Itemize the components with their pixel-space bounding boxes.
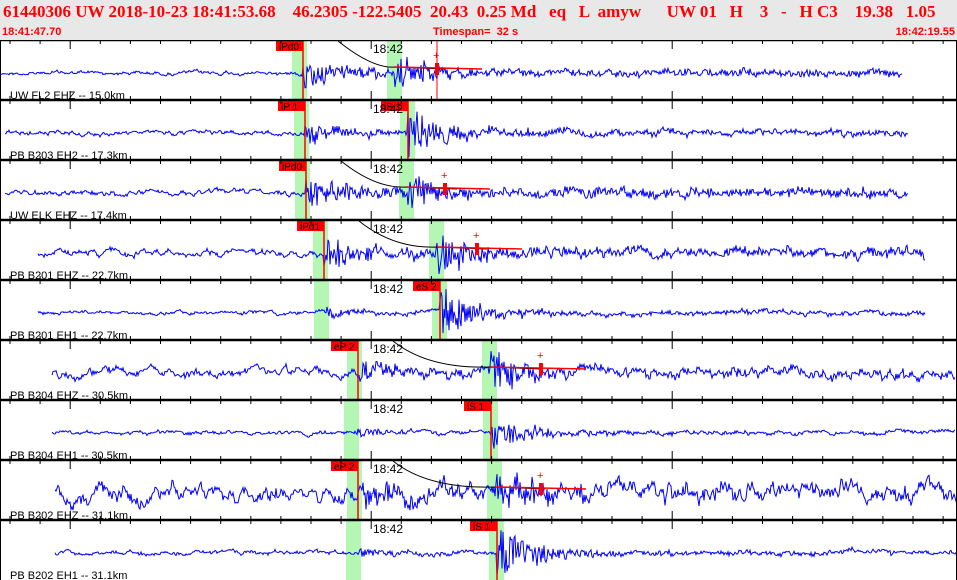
seismogram-trace xyxy=(51,424,956,449)
pick-label[interactable]: iS 1 xyxy=(473,522,491,533)
p-window xyxy=(346,521,361,580)
channel-panel[interactable]: +eP 2 18:42PB B202 EHZ -- 31.1km xyxy=(0,451,957,522)
amplitude-plus-icon: + xyxy=(433,50,439,62)
amplitude-plus-icon: + xyxy=(441,170,447,182)
time-label: 18:42 xyxy=(373,42,403,56)
time-label: 18:42 xyxy=(373,162,403,176)
event-header: 61440306 UW 2018-10-23 18:41:53.68 46.23… xyxy=(0,0,957,40)
seismogram-trace xyxy=(4,110,908,157)
time-label: 18:42 xyxy=(373,222,403,236)
channel-panel[interactable]: +iPd0 18:42UW FL2 EHZ -- 15.0km xyxy=(0,40,957,102)
time-label: 18:42 xyxy=(373,342,403,356)
channel-panel[interactable]: iP 1 iS 118:42PB B203 EH2 -- 17.3km xyxy=(0,91,957,162)
seismogram-trace xyxy=(37,289,926,334)
pick-label[interactable]: iS 1 xyxy=(467,402,485,413)
timespan: Timespan= 32 s xyxy=(433,26,519,38)
start-time: 18:41:47.70 xyxy=(2,26,62,38)
amplitude-plus-icon: + xyxy=(537,470,543,482)
event-summary: 61440306 UW 2018-10-23 18:41:53.68 46.23… xyxy=(3,2,936,21)
end-time: 18:42:19.55 xyxy=(895,26,955,38)
time-label: 18:42 xyxy=(373,522,403,536)
waveform-panels[interactable]: +iPd0 18:42UW FL2 EHZ -- 15.0kmiP 1 iS 118… xyxy=(0,40,957,580)
seismogram-trace xyxy=(4,176,909,209)
pick-label[interactable]: eS 2 xyxy=(416,282,437,293)
channel-panel[interactable]: eS 218:42PB B201 EH1 -- 22.7km xyxy=(0,271,957,342)
pick-label[interactable]: iP 1 xyxy=(281,102,298,113)
pick-label[interactable]: eP 2 xyxy=(334,342,355,353)
amplitude-plus-icon: + xyxy=(537,350,543,362)
amplitude-plus-icon: + xyxy=(473,230,479,242)
pick-label[interactable]: iPd0 xyxy=(282,162,302,173)
seismogram-trace xyxy=(54,530,957,576)
channel-panel[interactable]: +iPd0 18:42UW ELK EHZ -- 17.4km xyxy=(0,151,957,222)
p-window xyxy=(344,401,359,460)
time-label: 18:42 xyxy=(373,462,403,476)
coda-line xyxy=(406,186,491,190)
channel-panel[interactable]: +eP 2 18:42PB B204 EHZ -- 30.5km xyxy=(0,331,957,402)
time-label: 18:42 xyxy=(373,102,403,116)
seismogram-trace xyxy=(54,472,957,512)
channel-panel[interactable]: iS 1 18:42 PB B202 EH1 -- 31.1km xyxy=(0,511,957,580)
channel-panel[interactable]: iS 118:42PB B204 EH1 -- 30.5km xyxy=(0,391,957,462)
travel-time-curve xyxy=(392,340,541,370)
time-label: 18:42 xyxy=(373,402,403,416)
time-label: 18:42 xyxy=(373,282,403,296)
seismogram-trace xyxy=(51,351,956,390)
station-label: PB B202 EH1 -- 31.1km xyxy=(10,570,127,580)
pick-label[interactable]: iPd0 xyxy=(279,42,299,53)
channel-panel[interactable]: +iPd1 18:42PB B201 EHZ -- 22.7km xyxy=(0,211,957,282)
seismogram-trace xyxy=(37,235,926,274)
pick-label[interactable]: eP 2 xyxy=(334,462,355,473)
seismogram-trace xyxy=(0,57,903,89)
pick-label[interactable]: iPd1 xyxy=(300,222,320,233)
